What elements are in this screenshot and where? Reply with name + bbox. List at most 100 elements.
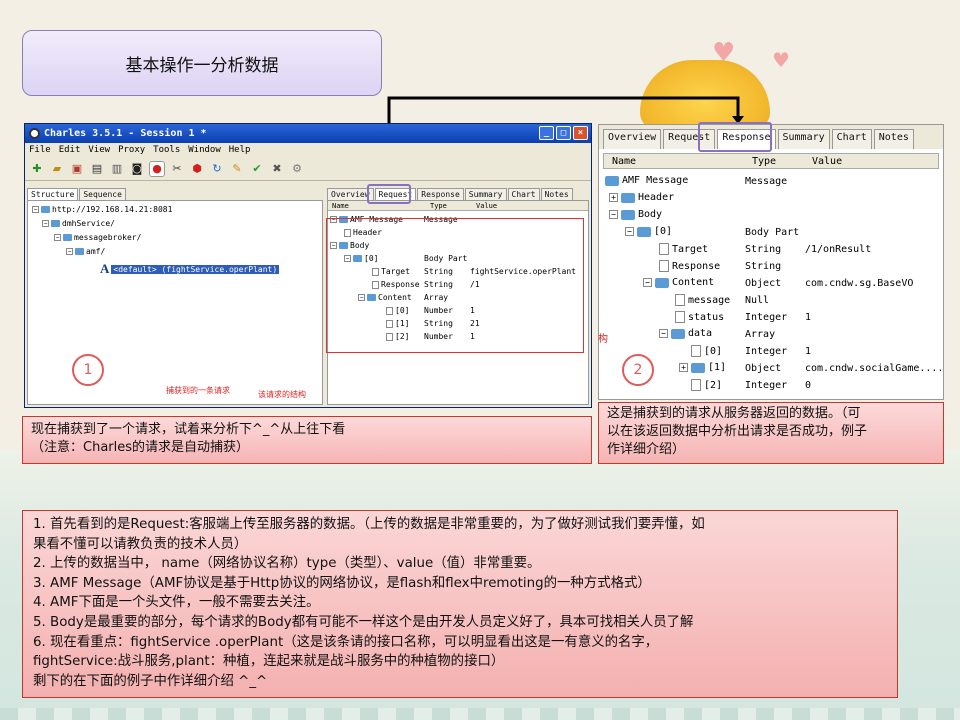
response-row-header[interactable]: + Header bbox=[609, 192, 674, 203]
tab-summary[interactable]: Summary bbox=[464, 188, 507, 200]
tab-chart[interactable]: Chart bbox=[831, 129, 872, 149]
response-row-target[interactable]: Target bbox=[659, 243, 708, 255]
window-title: Charles 3.5.1 - Session 1 * bbox=[44, 128, 207, 139]
window-titlebar[interactable]: Charles 3.5.1 - Session 1 * _ □ × bbox=[25, 124, 591, 143]
folder-icon bbox=[671, 328, 685, 339]
menu-window[interactable]: Window bbox=[188, 145, 221, 155]
response-cell-type: Message bbox=[745, 176, 788, 187]
expand-icon[interactable]: + bbox=[679, 363, 688, 372]
menu-edit[interactable]: Edit bbox=[59, 145, 81, 155]
charles-logo-icon bbox=[29, 128, 40, 139]
structure-pane: Structure Sequence − http://192.168.14.2… bbox=[27, 186, 323, 407]
explanation-line: fightService:战斗服务,plant：种植，连起来就是战斗服务中的种植… bbox=[33, 654, 505, 670]
menu-file[interactable]: File bbox=[29, 145, 51, 155]
close-button[interactable]: × bbox=[573, 126, 588, 140]
response-row-data-2[interactable]: [2] bbox=[691, 379, 722, 391]
note-response-line-2: 以在该返回数据中分析出请求是否成功，例子 bbox=[607, 424, 868, 439]
collapse-icon[interactable]: − bbox=[42, 220, 49, 227]
column-type[interactable]: Type bbox=[430, 202, 447, 210]
file-icon bbox=[675, 311, 685, 323]
response-row-status[interactable]: status bbox=[675, 311, 724, 323]
annotation-fragment: 构 bbox=[598, 334, 608, 345]
column-type[interactable]: Type bbox=[752, 156, 776, 167]
tab-notes[interactable]: Notes bbox=[540, 188, 573, 200]
tree-node-request[interactable]: A <default> (fightService.operPlant) bbox=[100, 261, 280, 277]
response-cell-type: Array bbox=[745, 329, 776, 340]
tree-node-amf[interactable]: − amf/ bbox=[66, 247, 105, 256]
note-response-line-1: 这是捕获到的请求从服务器返回的数据。（可 bbox=[607, 406, 861, 421]
tab-sequence[interactable]: Sequence bbox=[79, 188, 126, 200]
menu-view[interactable]: View bbox=[88, 145, 110, 155]
tab-overview[interactable]: Overview bbox=[603, 129, 662, 149]
menu-help[interactable]: Help bbox=[229, 145, 251, 155]
explanation-line: 5. Body是最重要的部分，每个请求的Body都有可能不一样这个是由开发人员定… bbox=[33, 614, 694, 630]
column-name[interactable]: Name bbox=[332, 202, 349, 210]
tools-icon[interactable]: ✖ bbox=[269, 161, 285, 177]
amf-request-icon: A bbox=[100, 261, 110, 276]
request-tab-highlight bbox=[367, 184, 411, 204]
response-cell-type: Object bbox=[745, 363, 782, 374]
stop-icon[interactable]: ⬢ bbox=[189, 161, 205, 177]
response-row-bodypart[interactable]: − [0] bbox=[625, 226, 672, 237]
throttle-icon[interactable]: ✂ bbox=[169, 161, 185, 177]
folder-icon bbox=[655, 277, 669, 288]
response-row-data-1[interactable]: + [1] bbox=[679, 362, 726, 373]
request-structure-highlight bbox=[326, 218, 584, 353]
menu-proxy[interactable]: Proxy bbox=[118, 145, 145, 155]
tree-node-messagebroker[interactable]: − messagebroker/ bbox=[54, 233, 141, 242]
add-icon[interactable]: ✚ bbox=[29, 161, 45, 177]
response-row-amf-message[interactable]: AMF Message bbox=[605, 175, 688, 186]
tree-node-service[interactable]: − dmhService/ bbox=[42, 219, 115, 228]
tab-structure[interactable]: Structure bbox=[27, 188, 79, 200]
folder-icon bbox=[605, 175, 619, 186]
save-icon[interactable]: ▤ bbox=[89, 161, 105, 177]
collapse-icon[interactable]: − bbox=[66, 248, 73, 255]
refresh-icon[interactable]: ↻ bbox=[209, 161, 225, 177]
response-grid-header: Name Type Value bbox=[603, 153, 939, 169]
column-value[interactable]: Value bbox=[812, 156, 842, 167]
response-cell-value: 1 bbox=[805, 312, 812, 323]
tab-summary[interactable]: Summary bbox=[777, 129, 830, 149]
response-cell-type: Object bbox=[745, 278, 782, 289]
structure-tree: − http://192.168.14.21:8081 − dmhService… bbox=[27, 200, 323, 405]
response-cell-value: com.cndw.socialGame.... bbox=[805, 363, 944, 374]
response-cell-type: Null bbox=[745, 295, 770, 306]
tab-notes[interactable]: Notes bbox=[873, 129, 914, 149]
check-icon[interactable]: ✔ bbox=[249, 161, 265, 177]
collapse-icon[interactable]: − bbox=[643, 278, 652, 287]
response-row-body[interactable]: − Body bbox=[609, 209, 662, 220]
close-session-icon[interactable]: ▣ bbox=[69, 161, 85, 177]
collapse-icon[interactable]: − bbox=[609, 210, 618, 219]
expand-icon[interactable]: + bbox=[609, 193, 618, 202]
maximize-button[interactable]: □ bbox=[556, 126, 571, 140]
trash-icon[interactable]: ▥ bbox=[109, 161, 125, 177]
record-icon[interactable]: ● bbox=[149, 160, 165, 177]
response-row-data-0[interactable]: [0] bbox=[691, 345, 722, 357]
column-name[interactable]: Name bbox=[612, 156, 636, 167]
binoculars-icon[interactable]: ◙ bbox=[129, 161, 145, 177]
annotation-structure: 该请求的结构 bbox=[258, 390, 306, 399]
step-marker-1: 1 bbox=[72, 354, 104, 386]
explanation-line: 剩下的在下面的例子中作详细介绍 ^_^ bbox=[33, 673, 268, 689]
settings-icon[interactable]: ⚙ bbox=[289, 161, 305, 177]
heart-icon: ♥ bbox=[712, 38, 736, 68]
response-row-response[interactable]: Response bbox=[659, 260, 720, 272]
collapse-icon[interactable]: − bbox=[32, 206, 39, 213]
collapse-icon[interactable]: − bbox=[54, 234, 61, 241]
tab-response[interactable]: Response bbox=[417, 188, 464, 200]
response-row-data[interactable]: − data bbox=[659, 328, 712, 339]
response-row-content[interactable]: − Content bbox=[643, 277, 714, 288]
open-icon[interactable]: ▰ bbox=[49, 161, 65, 177]
column-value[interactable]: Value bbox=[476, 202, 497, 210]
collapse-icon[interactable]: − bbox=[659, 329, 668, 338]
edit-icon[interactable]: ✎ bbox=[229, 161, 245, 177]
menu-tools[interactable]: Tools bbox=[153, 145, 180, 155]
collapse-icon[interactable]: − bbox=[625, 227, 634, 236]
response-cell-type: Integer bbox=[745, 312, 788, 323]
response-row-message[interactable]: message bbox=[675, 294, 730, 306]
minimize-button[interactable]: _ bbox=[539, 126, 554, 140]
note-response-line-3: 作详细介绍） bbox=[607, 442, 686, 457]
file-icon bbox=[691, 345, 701, 357]
tree-node-host[interactable]: − http://192.168.14.21:8081 bbox=[32, 205, 172, 214]
tab-chart[interactable]: Chart bbox=[507, 188, 540, 200]
